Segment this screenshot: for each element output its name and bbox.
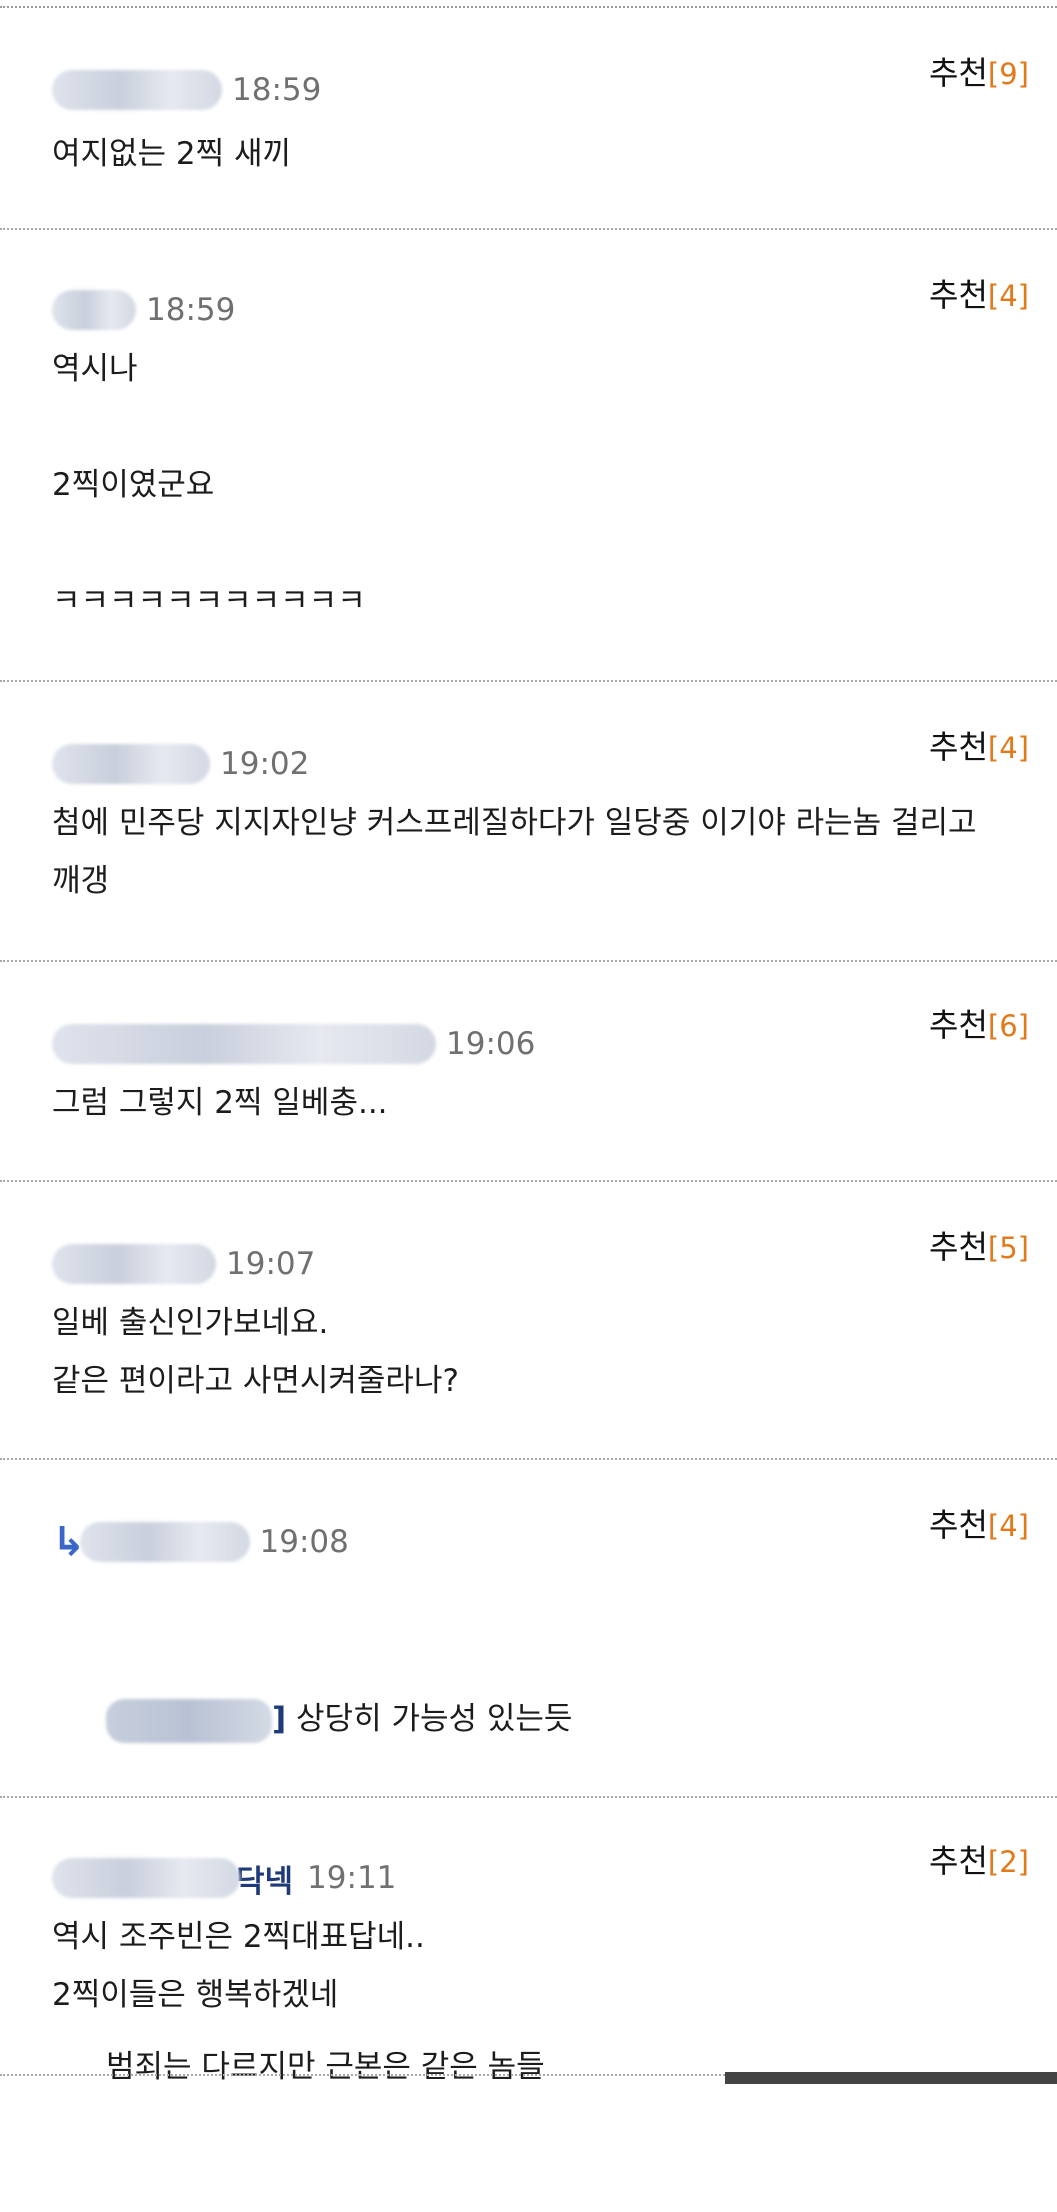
recommend-number: [5] bbox=[987, 1231, 1029, 1265]
comment-time: 18:59 bbox=[232, 72, 322, 108]
comment-time: 18:59 bbox=[146, 292, 236, 328]
recommend-count[interactable]: 추천[5] bbox=[929, 1222, 1029, 1268]
recommend-number: [4] bbox=[987, 731, 1029, 765]
comment-time: 19:06 bbox=[446, 1026, 536, 1062]
comment-meta: 18:59 bbox=[52, 68, 321, 112]
comment-item: 닥넥 19:11 추천[2] 역시 조주빈은 2찍대표답네.. 2찍이들은 행복… bbox=[0, 1798, 1057, 2076]
comment-time: 19:11 bbox=[307, 1860, 397, 1896]
mention-redacted[interactable] bbox=[106, 1698, 272, 1743]
nickname-redacted[interactable] bbox=[52, 1858, 240, 1898]
comment-item: 18:59 추천[9] 여지없는 2찍 새끼 bbox=[0, 8, 1057, 230]
comment-text: 첨에 민주당 지지자인냥 커스프레질하다가 일당중 이기야 라는놈 걸리고 깨갱 bbox=[52, 805, 977, 899]
comment-text: 여지없는 2찍 새끼 bbox=[52, 136, 292, 172]
comment-text: 역시나 2찍이였군요 ㅋㅋㅋㅋㅋㅋㅋㅋㅋㅋㅋ bbox=[52, 351, 366, 619]
comment-time: 19:08 bbox=[259, 1524, 349, 1560]
comment-text: 역시 조주빈은 2찍대표답네.. 2찍이들은 행복하겠네 bbox=[52, 1919, 425, 2013]
nickname-visible[interactable]: 닥넥 bbox=[236, 1856, 293, 1901]
comment-item: 19:07 추천[5] 일베 출신인가보네요. 같은 편이라고 사면시켜줄라나? bbox=[0, 1182, 1057, 1460]
recommend-number: [9] bbox=[987, 57, 1029, 91]
comment-meta: 19:07 bbox=[52, 1242, 315, 1286]
comment-meta: ↳ 19:08 bbox=[52, 1520, 349, 1564]
recommend-count[interactable]: 추천[4] bbox=[929, 1500, 1029, 1546]
comment-item: 19:06 추천[6] 그럼 그렇지 2찍 일베충... bbox=[0, 962, 1057, 1182]
comment-text-first: 상당히 가능성 있는듯 bbox=[286, 1701, 573, 1737]
bottom-toolbar-edge bbox=[725, 2072, 1057, 2084]
comment-text: 그럼 그렇지 2찍 일베충... bbox=[52, 1085, 388, 1121]
recommend-count[interactable]: 추천[9] bbox=[929, 48, 1029, 94]
nickname-redacted[interactable] bbox=[52, 1024, 436, 1064]
nickname-redacted[interactable] bbox=[52, 70, 222, 110]
comment-meta: 19:06 bbox=[52, 1022, 535, 1066]
recommend-number: [6] bbox=[987, 1009, 1029, 1043]
comment-meta: 닥넥 19:11 bbox=[52, 1856, 396, 1900]
comment-text-line: ] 상당히 가능성 있는듯 bbox=[106, 1690, 1027, 1748]
recommend-count[interactable]: 추천[6] bbox=[929, 1000, 1029, 1046]
comment-time: 19:07 bbox=[226, 1246, 316, 1282]
recommend-count[interactable]: 추천[4] bbox=[929, 722, 1029, 768]
nickname-redacted[interactable] bbox=[52, 290, 136, 330]
comment-meta: 18:59 bbox=[52, 288, 235, 332]
recommend-number: [4] bbox=[987, 1509, 1029, 1543]
comment-time: 19:02 bbox=[220, 746, 310, 782]
comment-meta: 19:02 bbox=[52, 742, 309, 786]
nickname-redacted[interactable] bbox=[79, 1522, 250, 1562]
nickname-redacted[interactable] bbox=[52, 1244, 216, 1284]
recommend-number: [4] bbox=[987, 279, 1029, 313]
recommend-count[interactable]: 추천[4] bbox=[929, 270, 1029, 316]
recommend-number: [2] bbox=[987, 1845, 1029, 1879]
mention-bracket: ] bbox=[272, 1701, 287, 1737]
nickname-redacted[interactable] bbox=[52, 744, 210, 784]
comment-item: 18:59 추천[4] 역시나 2찍이였군요 ㅋㅋㅋㅋㅋㅋㅋㅋㅋㅋㅋ bbox=[0, 230, 1057, 682]
comment-text: 일베 출신인가보네요. 같은 편이라고 사면시켜줄라나? bbox=[52, 1305, 459, 1399]
comment-item: 19:02 추천[4] 첨에 민주당 지지자인냥 커스프레질하다가 일당중 이기… bbox=[0, 682, 1057, 962]
recommend-count[interactable]: 추천[2] bbox=[929, 1836, 1029, 1882]
reply-comment-item: ↳ 19:08 추천[4] ] 상당히 가능성 있는듯 범죄는 다르지만 근본은… bbox=[0, 1460, 1057, 2085]
